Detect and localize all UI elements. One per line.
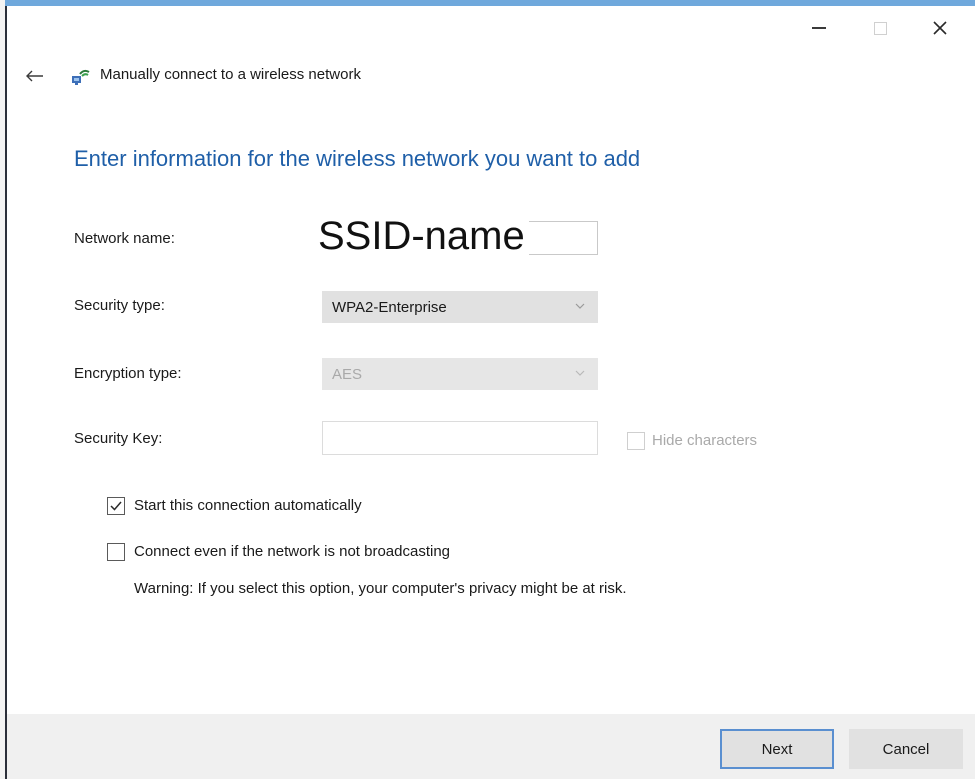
checkmark-icon (110, 501, 122, 511)
security-key-label: Security Key: (74, 430, 163, 447)
security-type-dropdown[interactable]: WPA2-Enterprise (322, 291, 598, 323)
security-key-input (322, 421, 598, 455)
window-title: Manually connect to a wireless network (100, 66, 361, 83)
connect-not-broadcasting-checkbox[interactable] (107, 543, 125, 561)
maximize-button (857, 8, 903, 48)
hide-characters-checkbox (627, 432, 645, 450)
next-button[interactable]: Next (720, 729, 834, 769)
dialog-window: Manually connect to a wireless network E… (0, 0, 975, 779)
encryption-type-dropdown: AES (322, 358, 598, 390)
connect-not-broadcasting-label[interactable]: Connect even if the network is not broad… (134, 543, 450, 560)
back-button[interactable] (20, 64, 50, 88)
cancel-button[interactable]: Cancel (849, 729, 963, 769)
minimize-icon (812, 27, 826, 29)
network-name-value: SSID-name (318, 212, 529, 260)
hide-characters-label: Hide characters (652, 432, 758, 449)
start-automatically-checkbox[interactable] (107, 497, 125, 515)
network-name-label: Network name: (74, 230, 175, 247)
chevron-down-icon (575, 303, 585, 309)
security-type-value: WPA2-Enterprise (332, 298, 447, 316)
wireless-network-icon (72, 69, 90, 85)
close-icon (933, 21, 947, 35)
encryption-type-label: Encryption type: (74, 365, 182, 382)
encryption-type-value: AES (332, 365, 363, 383)
start-automatically-label[interactable]: Start this connection automatically (134, 497, 362, 514)
close-button[interactable] (917, 8, 963, 48)
chevron-down-icon (575, 370, 585, 376)
maximize-icon (873, 21, 887, 35)
window-border (5, 0, 7, 779)
privacy-warning-text: Warning: If you select this option, your… (134, 580, 627, 597)
minimize-button[interactable] (796, 8, 842, 48)
page-heading: Enter information for the wireless netwo… (74, 146, 641, 171)
back-arrow-icon (26, 70, 43, 82)
window-top-border (5, 0, 975, 6)
security-type-label: Security type: (74, 297, 165, 314)
